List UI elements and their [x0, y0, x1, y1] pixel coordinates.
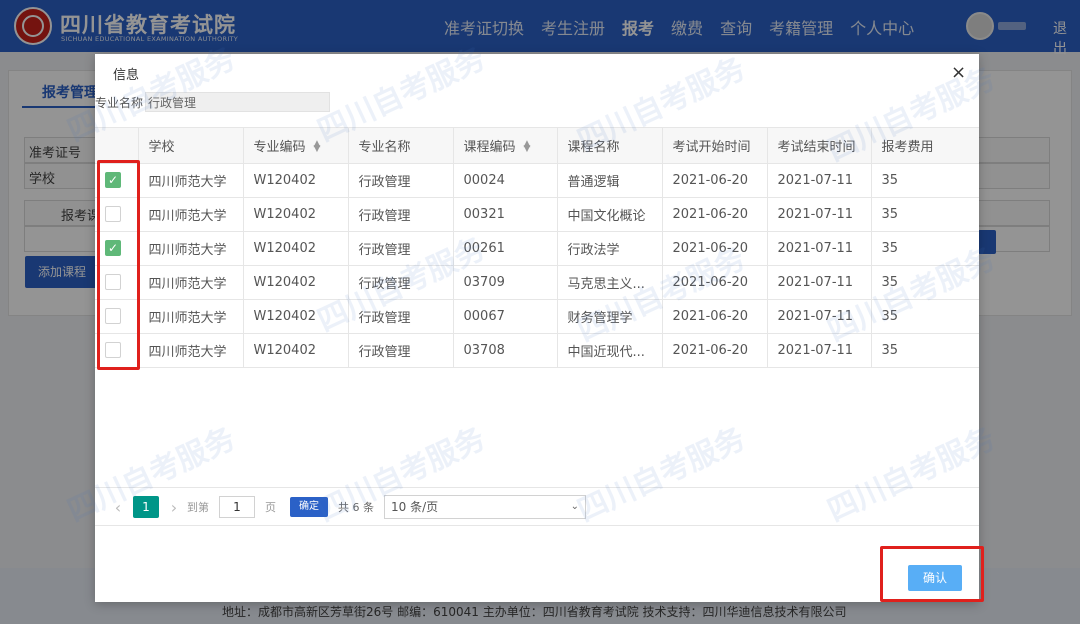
column-header-checkbox	[95, 128, 139, 164]
cell-major-code: W120402	[243, 197, 349, 232]
cell-school: 四川师范大学	[138, 231, 244, 266]
sort-icon[interactable]: ▲ ▼	[314, 140, 321, 154]
page-size-select[interactable]: 10 条/页 ⌄	[384, 495, 586, 519]
cell-exam-end: 2021-07-11	[767, 197, 872, 232]
column-header-school: 学校	[138, 128, 244, 164]
cell-major-name: 行政管理	[348, 299, 454, 334]
pagination: ‹ 1 › 到第 1 页 确定 共 6 条 10 条/页 ⌄	[109, 495, 586, 519]
cell-course-code: 00321	[453, 197, 558, 232]
major-name-field: 行政管理	[145, 92, 330, 112]
cell-school: 四川师范大学	[138, 163, 244, 198]
column-header-fee: 报考费用	[871, 128, 979, 164]
cell-course-name: 行政法学	[557, 231, 663, 266]
table-row[interactable]: 四川师范大学 W120402 行政管理 00067 财务管理学 2021-06-…	[95, 299, 979, 334]
cell-course-name: 马克思主义...	[557, 265, 663, 300]
cell-major-name: 行政管理	[348, 231, 454, 266]
cell-course-name: 中国文化概论	[557, 197, 663, 232]
cell-exam-start: 2021-06-20	[662, 197, 768, 232]
cell-course-code: 00024	[453, 163, 558, 198]
cell-exam-end: 2021-07-11	[767, 299, 872, 334]
course-table: 学校 专业编码 ▲ ▼ 专业名称 课程编码 ▲ ▼ 课程名称 考试开始时间 考试结束时间…	[95, 128, 979, 368]
cell-major-name: 行政管理	[348, 333, 454, 368]
cell-major-code: W120402	[243, 333, 349, 368]
table-row[interactable]: ✓ 四川师范大学 W120402 行政管理 00261 行政法学 2021-06…	[95, 231, 979, 266]
column-header-course-name: 课程名称	[557, 128, 663, 164]
major-name-label: 专业名称	[95, 96, 144, 110]
cell-fee: 35	[871, 299, 979, 334]
total-count: 共 6 条	[338, 501, 374, 514]
course-select-modal: 信息 × 专业名称 行政管理 学校 专业编码 ▲ ▼ 专业名称 课程编码 ▲ ▼ 课程名…	[95, 54, 979, 602]
page-current[interactable]: 1	[133, 496, 159, 518]
cell-exam-start: 2021-06-20	[662, 163, 768, 198]
cell-major-name: 行政管理	[348, 265, 454, 300]
cell-major-code: W120402	[243, 231, 349, 266]
cell-course-code: 00067	[453, 299, 558, 334]
column-header-exam-start: 考试开始时间	[662, 128, 768, 164]
cell-major-code: W120402	[243, 163, 349, 198]
cell-major-code: W120402	[243, 299, 349, 334]
cell-exam-end: 2021-07-11	[767, 333, 872, 368]
cell-fee: 35	[871, 197, 979, 232]
checkbox-highlight-box	[97, 160, 140, 370]
cell-major-name: 行政管理	[348, 197, 454, 232]
cell-major-code: W120402	[243, 265, 349, 300]
pager-divider	[95, 525, 979, 526]
goto-page-input[interactable]: 1	[219, 496, 255, 518]
cell-course-code: 00261	[453, 231, 558, 266]
sort-icon[interactable]: ▲ ▼	[524, 140, 531, 154]
cell-exam-end: 2021-07-11	[767, 265, 872, 300]
goto-label: 到第	[187, 501, 209, 514]
page-unit-label: 页	[265, 501, 276, 514]
goto-confirm-button[interactable]: 确定	[290, 497, 328, 517]
cell-fee: 35	[871, 231, 979, 266]
cell-exam-start: 2021-06-20	[662, 231, 768, 266]
column-header-exam-end: 考试结束时间	[767, 128, 872, 164]
cell-fee: 35	[871, 333, 979, 368]
cell-course-name: 普通逻辑	[557, 163, 663, 198]
table-row[interactable]: 四川师范大学 W120402 行政管理 03708 中国近现代... 2021-…	[95, 333, 979, 368]
pager-divider	[95, 487, 979, 488]
close-icon[interactable]: ×	[951, 62, 966, 83]
chevron-down-icon: ⌄	[570, 501, 579, 512]
table-header-row: 学校 专业编码 ▲ ▼ 专业名称 课程编码 ▲ ▼ 课程名称 考试开始时间 考试结束时间…	[95, 128, 979, 164]
cell-exam-start: 2021-06-20	[662, 299, 768, 334]
page-size-value: 10 条/页	[391, 500, 439, 514]
cell-fee: 35	[871, 265, 979, 300]
chevron-right-icon[interactable]: ›	[165, 498, 183, 517]
cell-course-name: 中国近现代...	[557, 333, 663, 368]
cell-school: 四川师范大学	[138, 197, 244, 232]
cell-exam-end: 2021-07-11	[767, 231, 872, 266]
cell-course-name: 财务管理学	[557, 299, 663, 334]
cell-school: 四川师范大学	[138, 333, 244, 368]
cell-exam-end: 2021-07-11	[767, 163, 872, 198]
table-row[interactable]: 四川师范大学 W120402 行政管理 00321 中国文化概论 2021-06…	[95, 197, 979, 232]
cell-course-code: 03709	[453, 265, 558, 300]
cell-fee: 35	[871, 163, 979, 198]
cell-major-name: 行政管理	[348, 163, 454, 198]
cell-school: 四川师范大学	[138, 299, 244, 334]
table-row[interactable]: 四川师范大学 W120402 行政管理 03709 马克思主义... 2021-…	[95, 265, 979, 300]
modal-title: 信息	[113, 68, 140, 83]
confirm-highlight-box	[880, 546, 984, 602]
cell-exam-start: 2021-06-20	[662, 265, 768, 300]
column-header-major-name: 专业名称	[348, 128, 454, 164]
column-header-course-code[interactable]: 课程编码 ▲ ▼	[453, 128, 558, 164]
cell-exam-start: 2021-06-20	[662, 333, 768, 368]
table-row[interactable]: ✓ 四川师范大学 W120402 行政管理 00024 普通逻辑 2021-06…	[95, 163, 979, 198]
cell-school: 四川师范大学	[138, 265, 244, 300]
chevron-left-icon[interactable]: ‹	[109, 498, 127, 517]
column-header-major-code[interactable]: 专业编码 ▲ ▼	[243, 128, 349, 164]
cell-course-code: 03708	[453, 333, 558, 368]
